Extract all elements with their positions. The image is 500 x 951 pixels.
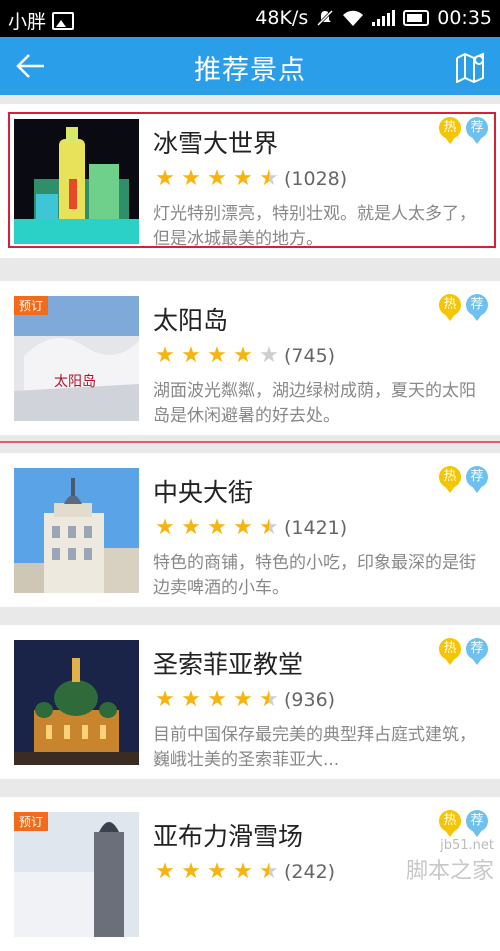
- recommend-tag-icon: 荐: [466, 638, 488, 666]
- booking-badge: 预订: [14, 812, 49, 831]
- divider: [0, 441, 500, 443]
- status-bar: 小胖 48K/s 00:35: [0, 0, 500, 37]
- attraction-name: 太阳岛: [153, 306, 229, 335]
- star-icon: ★: [233, 687, 253, 712]
- battery-icon: [403, 10, 430, 26]
- image-notification-icon: [52, 11, 75, 30]
- attraction-name: 中央大街: [153, 478, 254, 507]
- star-icon: ★: [181, 343, 201, 368]
- rating-count: (242): [284, 860, 336, 883]
- page-title: 推荐景点: [194, 55, 306, 86]
- attraction-card[interactable]: 圣索菲亚教堂 ★ ★ ★ ★ ★ (936) 目前中国保存最完美的典型拜占庭式建…: [0, 625, 500, 779]
- watermark-site: jb51.net: [440, 838, 494, 853]
- app-header: 推荐景点: [0, 37, 500, 95]
- rating-count: (1421): [284, 516, 348, 539]
- hot-tag-icon: 热: [439, 810, 461, 838]
- star-icon: ★: [233, 166, 253, 191]
- map-icon[interactable]: [454, 49, 488, 83]
- star-icon: ★: [207, 687, 227, 712]
- star-rating: ★ ★ ★ ★ ★ (242): [152, 859, 335, 884]
- recommend-tag-icon: 荐: [466, 294, 488, 322]
- recommend-tag-icon: 荐: [466, 810, 488, 838]
- clock: 00:35: [437, 7, 492, 29]
- star-icon: ★: [155, 343, 175, 368]
- attraction-description: 湖面波光粼粼，湖边绿树成荫，夏天的太阳岛是休闲避暑的好去处。: [153, 381, 476, 426]
- attraction-name: 圣索菲亚教堂: [153, 650, 304, 679]
- attraction-description: 灯光特别漂亮，特别壮观。就是人太多了，但是冰城最美的地方。: [153, 204, 476, 249]
- signal-icon: [372, 10, 396, 26]
- star-icon: ★: [155, 515, 175, 540]
- mute-icon: [317, 9, 334, 27]
- recommend-tag-icon: 荐: [466, 466, 488, 494]
- star-icon: ★: [155, 859, 175, 884]
- attraction-description: 目前中国保存最完美的典型拜占庭式建筑，巍峨壮美的圣索菲亚大...: [153, 725, 476, 770]
- hot-tag-icon: 热: [439, 294, 461, 322]
- svg-text:太阳岛: 太阳岛: [54, 374, 96, 390]
- watermark-name: 脚本之家: [405, 859, 494, 884]
- carrier-label: 小胖: [8, 11, 47, 33]
- star-icon: ★: [233, 515, 253, 540]
- attraction-card[interactable]: 冰雪大世界 ★ ★ ★ ★ ★ (1028) 灯光特别漂亮，特别壮观。就是人太多…: [0, 104, 500, 258]
- empty-star-icon: ★: [259, 343, 279, 368]
- hot-tag-icon: 热: [439, 638, 461, 666]
- half-star-icon: ★: [256, 687, 282, 712]
- star-icon: ★: [207, 166, 227, 191]
- star-icon: ★: [155, 166, 175, 191]
- star-rating: ★ ★ ★ ★ ★ (1421): [152, 515, 347, 540]
- rating-count: (936): [284, 688, 336, 711]
- watermark: jb51.net 脚本之家: [406, 838, 494, 885]
- star-icon: ★: [207, 343, 227, 368]
- star-icon: ★: [181, 859, 201, 884]
- star-rating: ★ ★ ★ ★ ★ (1028): [152, 166, 347, 191]
- attraction-photo: [14, 468, 139, 593]
- attraction-name: 亚布力滑雪场: [153, 822, 304, 851]
- half-star-icon: ★: [256, 859, 282, 884]
- attraction-description: 特色的商铺，特色的小吃，印象最深的是街边卖啤酒的小车。: [153, 553, 476, 598]
- attraction-card[interactable]: 太阳岛 预订 太阳岛 ★ ★ ★ ★ ★ (745) 湖面波光粼粼，湖边绿树成荫…: [0, 281, 500, 435]
- half-star-icon: ★: [256, 515, 282, 540]
- star-icon: ★: [181, 687, 201, 712]
- rating-count: (745): [284, 344, 336, 367]
- attraction-photo: [14, 119, 139, 244]
- attraction-name: 冰雪大世界: [153, 129, 279, 158]
- network-speed: 48K/s: [255, 7, 309, 29]
- star-icon: ★: [181, 515, 201, 540]
- attraction-card[interactable]: 中央大街 ★ ★ ★ ★ ★ (1421) 特色的商铺，特色的小吃，印象最深的是…: [0, 453, 500, 607]
- hot-tag-icon: 热: [439, 466, 461, 494]
- star-icon: ★: [207, 515, 227, 540]
- star-rating: ★ ★ ★ ★ ★ (745): [152, 343, 335, 368]
- hot-tag-icon: 热: [439, 117, 461, 145]
- attraction-photo: [14, 640, 139, 765]
- booking-badge: 预订: [14, 296, 49, 315]
- star-icon: ★: [233, 859, 253, 884]
- rating-count: (1028): [284, 167, 348, 190]
- star-rating: ★ ★ ★ ★ ★ (936): [152, 687, 335, 712]
- star-icon: ★: [233, 343, 253, 368]
- star-icon: ★: [207, 859, 227, 884]
- star-icon: ★: [155, 687, 175, 712]
- recommend-tag-icon: 荐: [466, 117, 488, 145]
- wifi-icon: [343, 10, 364, 26]
- half-star-icon: ★: [256, 166, 282, 191]
- star-icon: ★: [181, 166, 201, 191]
